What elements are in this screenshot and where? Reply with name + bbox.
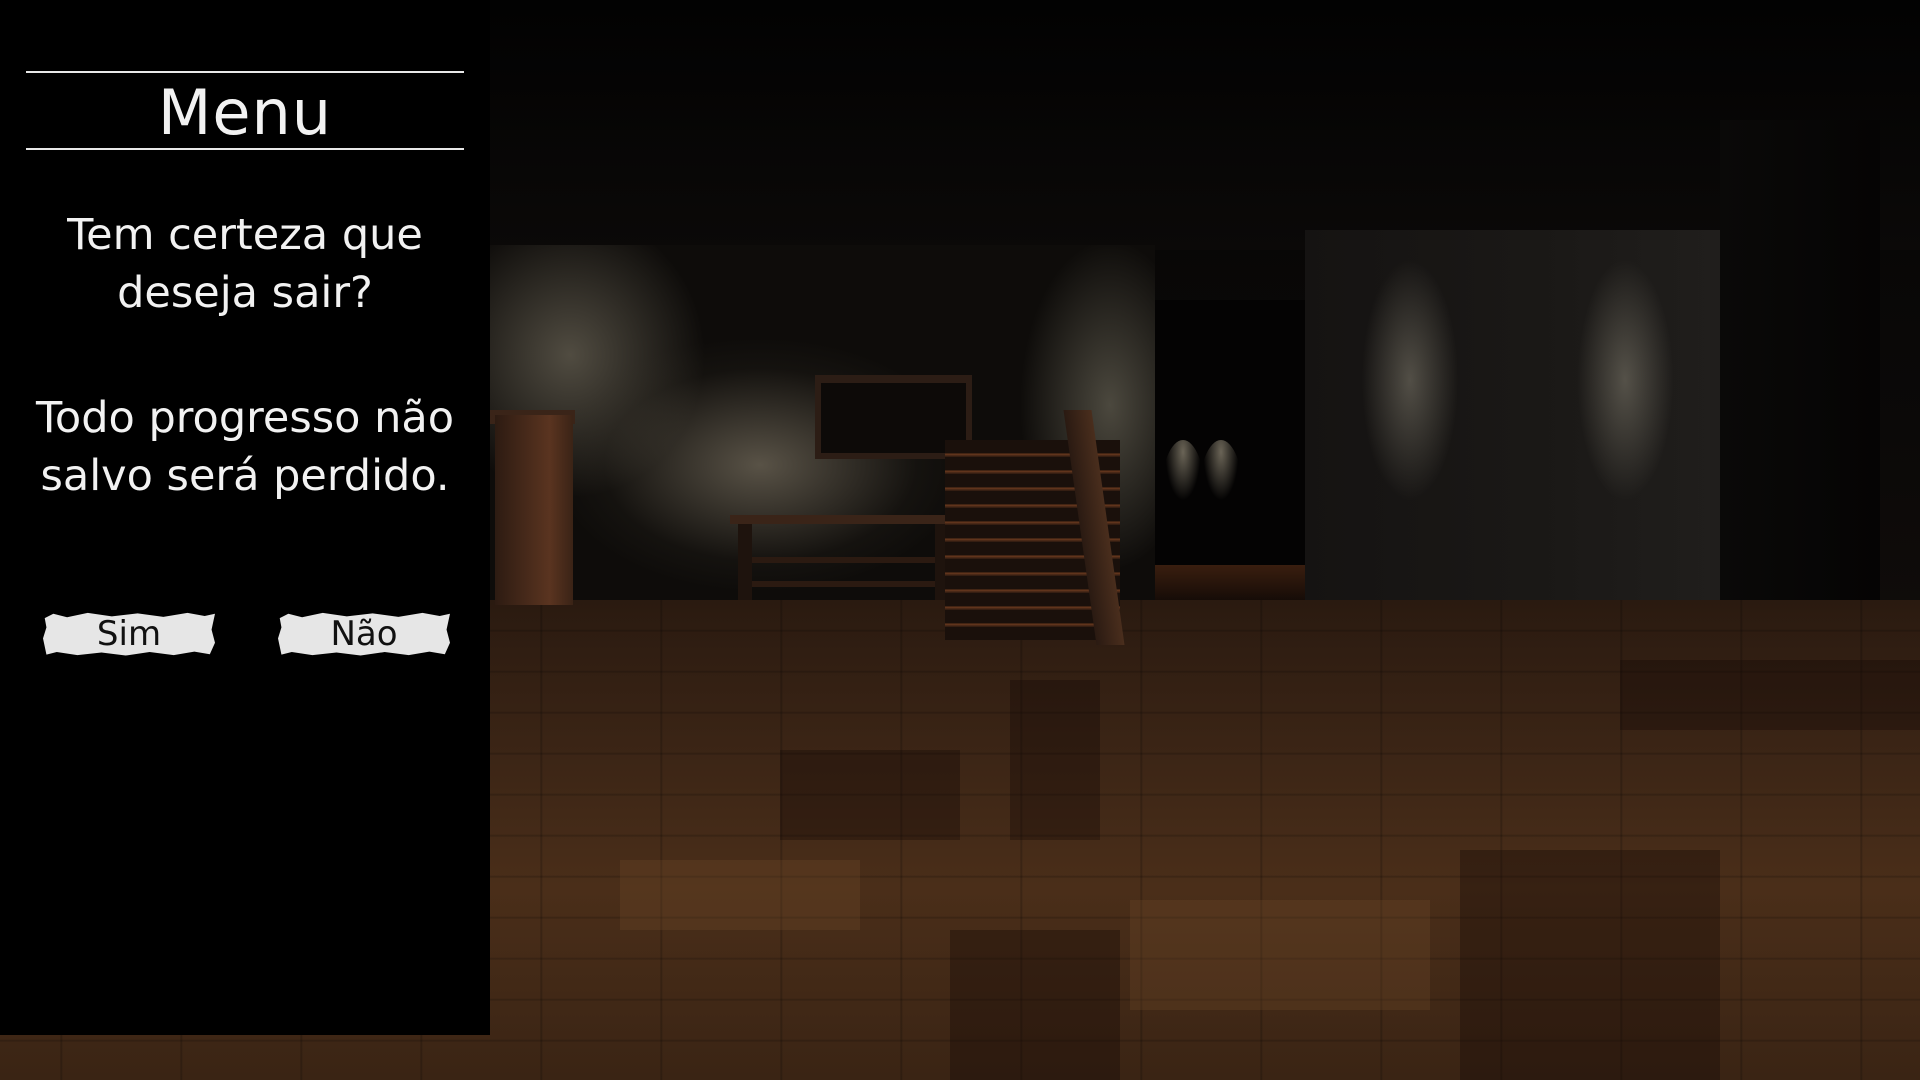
warning-line-2: salvo será perdido. — [40, 451, 450, 501]
pause-menu-panel: Menu Tem certeza que deseja sair? Todo p… — [0, 0, 490, 1035]
wall-lamp-icon — [1198, 440, 1244, 560]
floor-highlight — [1130, 900, 1430, 1010]
floor-plank — [1620, 660, 1920, 730]
scene-pillar — [1720, 120, 1880, 660]
yes-button[interactable]: Sim — [43, 612, 215, 656]
no-button[interactable]: Não — [278, 612, 450, 656]
floor-plank — [1010, 680, 1100, 840]
confirm-question-line-1: Tem certeza que — [67, 210, 423, 260]
floor-plank — [1460, 850, 1720, 1080]
torn-edge-decoration — [0, 880, 490, 1030]
floor-plank — [780, 750, 960, 840]
scene-right-wall — [1305, 230, 1720, 620]
floor-plank — [950, 930, 1120, 1080]
menu-title: Menu — [157, 76, 333, 149]
title-bottom-divider — [26, 148, 464, 150]
scene-cabinet — [495, 415, 573, 605]
floor-highlight — [620, 860, 860, 930]
confirm-question-line-2: deseja sair? — [117, 268, 373, 318]
scene-corridor-floor — [1155, 565, 1305, 600]
scene-bench — [730, 515, 950, 600]
warning-line-1: Todo progresso não — [35, 393, 455, 443]
